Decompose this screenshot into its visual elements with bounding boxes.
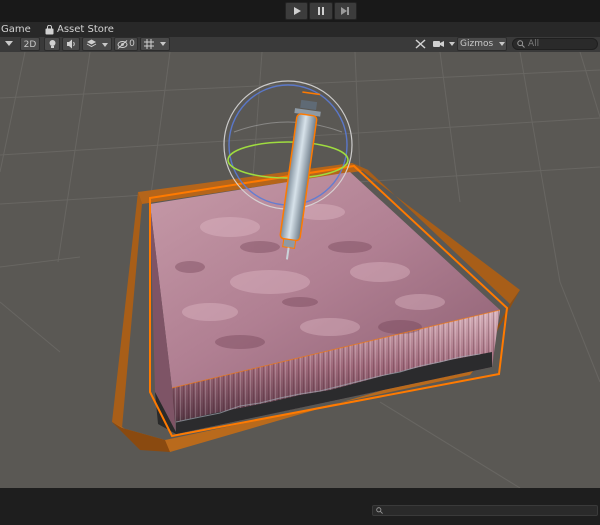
tab-game-label: Game <box>1 24 31 35</box>
camera-icon <box>433 41 445 47</box>
lighting-toggle[interactable] <box>44 37 60 51</box>
play-button[interactable] <box>285 2 309 20</box>
tab-asset-store-label: Asset Store <box>57 24 114 35</box>
mode-2d-button[interactable]: 2D <box>20 37 40 51</box>
tools-icon <box>415 39 425 49</box>
scene-search-input[interactable]: All <box>512 38 598 50</box>
play-toolbar <box>0 0 600 22</box>
tissue-block <box>149 164 509 438</box>
light-icon <box>49 40 55 48</box>
mode-2d-label: 2D <box>23 40 37 50</box>
effects-dropdown[interactable] <box>82 37 112 51</box>
step-icon <box>341 7 350 15</box>
scene-search-placeholder: All <box>528 39 540 49</box>
scene-toolbar: 2D 0 Gizmos All <box>0 37 600 53</box>
search-icon <box>517 40 525 48</box>
pause-icon <box>317 7 324 15</box>
tab-row: Game Asset Store <box>0 22 600 38</box>
gizmos-dropdown[interactable]: Gizmos <box>457 37 507 51</box>
gizmos-label: Gizmos <box>460 39 494 49</box>
step-button[interactable] <box>333 2 357 20</box>
play-icon <box>293 7 301 15</box>
hidden-count: 0 <box>129 39 135 49</box>
chevron-down-icon <box>499 41 506 46</box>
grid-icon <box>144 39 154 49</box>
chevron-down-icon <box>5 41 13 46</box>
tab-game[interactable]: Game <box>1 23 31 37</box>
camera-dropdown[interactable] <box>432 37 456 51</box>
shopping-bag-icon <box>45 25 54 35</box>
tab-asset-store[interactable]: Asset Store <box>45 23 114 37</box>
chevron-down-icon <box>448 42 455 46</box>
console-search-input[interactable] <box>372 505 598 516</box>
play-controls <box>285 2 357 20</box>
audio-toggle[interactable] <box>62 37 80 51</box>
tools-button[interactable] <box>412 37 428 51</box>
grid-dropdown[interactable] <box>140 37 170 51</box>
shading-dropdown[interactable] <box>2 37 16 51</box>
chevron-down-icon <box>101 43 108 47</box>
chevron-down-icon <box>160 41 166 46</box>
search-icon <box>376 507 383 514</box>
scene-view[interactable] <box>0 52 600 488</box>
bottom-panel <box>0 488 600 525</box>
visibility-icon <box>117 39 128 49</box>
effects-icon <box>86 39 97 48</box>
pause-button[interactable] <box>309 2 333 20</box>
scene-canvas <box>0 52 600 488</box>
scene-visibility-toggle[interactable]: 0 <box>114 37 138 51</box>
audio-icon <box>66 39 75 49</box>
